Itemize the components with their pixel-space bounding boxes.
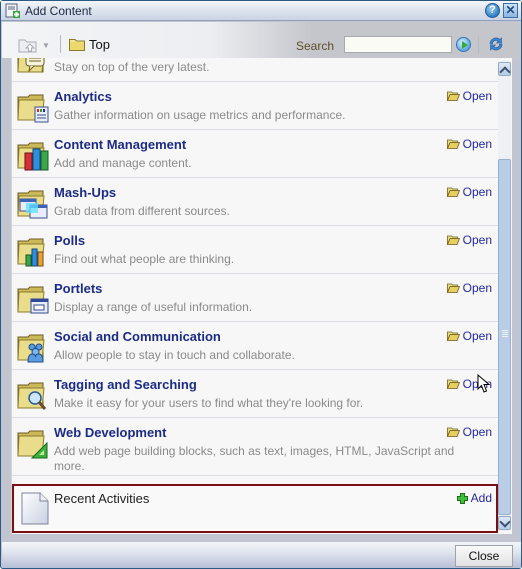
- open-link-label: Open: [462, 425, 492, 439]
- item-description: Add web page building blocks, such as te…: [54, 444, 455, 473]
- item-description: Make it easy for your users to find what…: [54, 396, 364, 410]
- chevron-down-icon[interactable]: ▼: [42, 41, 50, 50]
- open-folder-icon: [446, 235, 460, 245]
- list-item: Portlets Display a range of useful inform…: [12, 274, 498, 322]
- item-title[interactable]: Tagging and Searching: [54, 377, 197, 392]
- open-link[interactable]: Open: [446, 137, 492, 151]
- content-list: Alerts and UpdatesStay on top of the ver…: [11, 58, 512, 534]
- help-button[interactable]: ?: [485, 3, 500, 18]
- tagging-folder-icon: [17, 382, 47, 410]
- toolbar: ▼ Top Search: [2, 22, 521, 58]
- item-title[interactable]: Analytics: [54, 89, 112, 104]
- alerts-folder-icon: [17, 58, 45, 73]
- add-link[interactable]: Add: [456, 491, 492, 505]
- item-title[interactable]: Mash-Ups: [54, 185, 116, 200]
- item-title[interactable]: Web Development: [54, 425, 166, 440]
- open-link-label: Open: [462, 329, 492, 343]
- mashups-folder-icon: [17, 190, 48, 219]
- search-go-button[interactable]: [456, 37, 471, 52]
- open-folder-icon: [446, 91, 460, 101]
- scroll-thumb[interactable]: [498, 159, 511, 515]
- social-folder-icon: [17, 334, 45, 363]
- open-folder-icon: [446, 187, 460, 197]
- open-link-label: Open: [462, 89, 492, 103]
- item-description: Grab data from different sources.: [54, 204, 230, 218]
- folder-up-icon[interactable]: [18, 37, 40, 53]
- search-label: Search: [296, 39, 335, 53]
- recent-activities-title: Recent Activities: [54, 491, 150, 506]
- list-item: Social and Communication Allow people to …: [12, 322, 498, 370]
- list-item: Polls Find out what people are thinking. O…: [12, 226, 498, 274]
- dialog-footer: Close: [2, 542, 521, 568]
- add-content-icon: [5, 3, 20, 18]
- open-link[interactable]: Open: [446, 329, 492, 343]
- list-item: Content Management Add and manage content…: [12, 130, 498, 178]
- title-bar: Add Content ? ✕: [1, 1, 521, 21]
- open-link[interactable]: Open: [446, 233, 492, 247]
- list-item: Alerts and UpdatesStay on top of the ver…: [12, 58, 498, 82]
- item-description: Gather information on usage metrics and …: [54, 108, 346, 122]
- scroll-down-button[interactable]: [498, 516, 511, 530]
- item-title[interactable]: Polls: [54, 233, 85, 248]
- close-window-button[interactable]: ✕: [503, 3, 518, 18]
- add-link-label: Add: [470, 491, 492, 505]
- close-button[interactable]: Close: [455, 545, 513, 567]
- scroll-up-button[interactable]: [498, 62, 511, 76]
- dialog-title: Add Content: [25, 4, 92, 18]
- item-title[interactable]: Portlets: [54, 281, 102, 296]
- open-link-label: Open: [462, 281, 492, 295]
- open-folder-icon: [446, 331, 460, 341]
- open-link[interactable]: Open: [446, 425, 492, 439]
- recent-activities-item[interactable]: Recent Activities Add: [12, 484, 498, 533]
- item-description: Find out what people are thinking.: [54, 252, 235, 266]
- web-development-folder-icon: [17, 430, 48, 459]
- open-link-label: Open: [462, 137, 492, 151]
- open-folder-icon: [446, 379, 460, 389]
- item-description: Allow people to stay in touch and collab…: [54, 348, 295, 362]
- content-management-folder-icon: [17, 142, 49, 171]
- grip-icon: [502, 330, 508, 337]
- item-title[interactable]: Content Management: [54, 137, 186, 152]
- item-title[interactable]: Social and Communication: [54, 329, 221, 344]
- toolbar-separator: [60, 35, 61, 53]
- search-input[interactable]: [344, 36, 452, 53]
- open-folder-icon: [446, 283, 460, 293]
- polls-folder-icon: [17, 238, 45, 267]
- list-item: Mash-Ups Grab data from different sources…: [12, 178, 498, 226]
- toolbar-separator: [478, 36, 479, 54]
- folder-icon: [69, 39, 85, 51]
- open-link[interactable]: Open: [446, 185, 492, 199]
- list-item: Tagging and Searching Make it easy for yo…: [12, 370, 498, 418]
- item-description: Display a range of useful information.: [54, 300, 253, 314]
- plus-icon: [456, 492, 468, 504]
- refresh-icon[interactable]: [487, 35, 505, 53]
- add-content-dialog: Add Content ? ✕ ▼ Top Search Alerts and …: [0, 0, 522, 569]
- breadcrumb-top[interactable]: Top: [89, 37, 110, 52]
- open-link-label: Open: [462, 233, 492, 247]
- list-item: Analytics Gather information on usage met…: [12, 82, 498, 130]
- document-icon: [21, 492, 49, 525]
- analytics-folder-icon: [17, 94, 49, 123]
- item-description: Stay on top of the very latest.: [54, 60, 210, 74]
- vertical-scrollbar[interactable]: [498, 61, 511, 531]
- open-link[interactable]: Open: [446, 89, 492, 103]
- portlets-folder-icon: [17, 286, 49, 314]
- mouse-cursor-icon: [477, 374, 491, 393]
- item-description: Add and manage content.: [54, 156, 192, 170]
- open-folder-icon: [446, 139, 460, 149]
- open-link[interactable]: Open: [446, 281, 492, 295]
- list-item: Web Development Add web page building blo…: [12, 418, 498, 476]
- open-folder-icon: [446, 427, 460, 437]
- open-link-label: Open: [462, 185, 492, 199]
